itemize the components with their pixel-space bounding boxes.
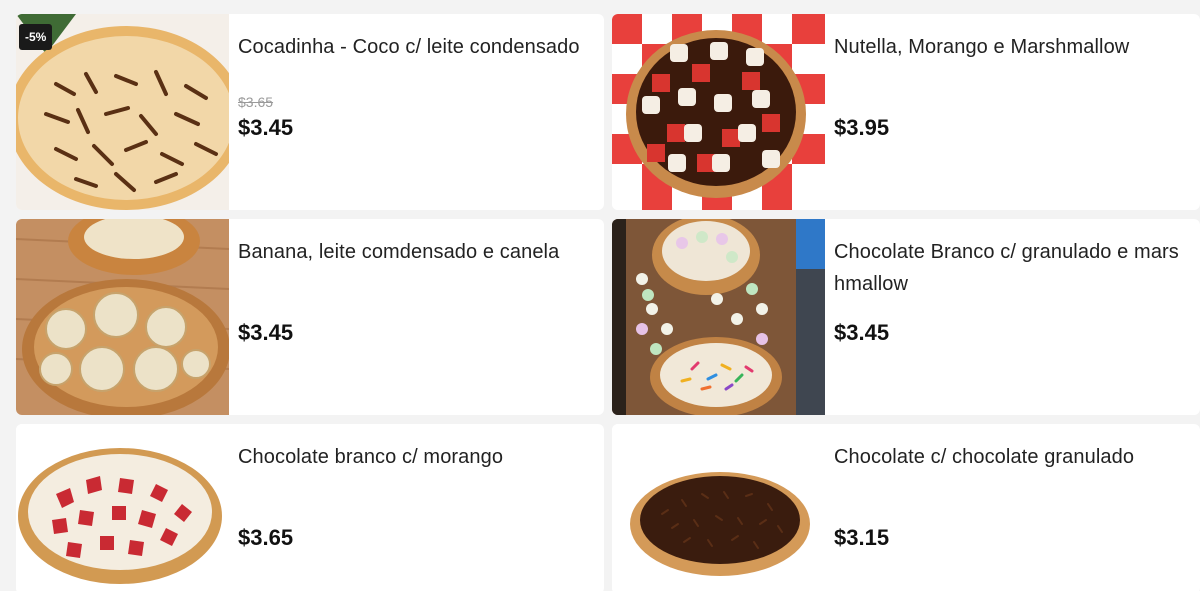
product-name: Banana, leite comdensado e canela: [238, 241, 560, 263]
product-name: Nutella, Morango e Marshmallow: [834, 36, 1130, 58]
product-card[interactable]: Chocolate Branco c/ granulado e marshmal…: [612, 219, 1200, 415]
product-price: $3.45: [238, 320, 294, 345]
product-name: Chocolate branco c/ morango: [238, 446, 504, 468]
product-info: Chocolate Branco c/ granulado e marshmal…: [825, 219, 1200, 415]
product-card[interactable]: Nutella, Morango e Marshmallow $3.95: [612, 14, 1200, 210]
product-name: Chocolate c/ chocolate granulado: [834, 446, 1135, 468]
product-price: $3.65: [238, 525, 294, 550]
product-info: Nutella, Morango e Marshmallow $3.95: [825, 14, 1200, 210]
product-info: Cocadinha - Coco c/ leite condensado $3.…: [229, 14, 604, 210]
product-price: $3.15: [834, 525, 890, 550]
banana-cinnamon-pizza-image: [16, 219, 229, 415]
product-price: $3.45: [834, 320, 890, 345]
product-name: Chocolate Branco c/ granulado e marshmal…: [834, 241, 1179, 295]
product-price: $3.45: [238, 115, 294, 140]
discount-badge: -5%: [19, 24, 53, 50]
product-info: Chocolate branco c/ morango $3.65: [229, 424, 604, 591]
product-grid: -5% Cocadinha - Coco c/ leite condensado…: [16, 14, 1200, 591]
product-card[interactable]: Chocolate branco c/ morango $3.65: [16, 424, 604, 591]
product-old-price: $3.65: [238, 94, 274, 110]
product-info: Banana, leite comdensado e canela $3.45: [229, 219, 604, 415]
product-price: $3.95: [834, 115, 890, 140]
product-name: Cocadinha - Coco c/ leite condensado: [238, 36, 580, 58]
white-chocolate-strawberry-pizza-image: [16, 424, 229, 591]
product-card[interactable]: -5% Cocadinha - Coco c/ leite condensado…: [16, 14, 604, 210]
product-card[interactable]: Chocolate c/ chocolate granulado $3.15: [612, 424, 1200, 591]
product-card[interactable]: Banana, leite comdensado e canela $3.45: [16, 219, 604, 415]
nutella-strawberry-marshmallow-pizza-image: [612, 14, 825, 210]
coconut-pizza-image: -5%: [16, 14, 229, 210]
white-chocolate-sprinkles-pizza-image: [612, 219, 825, 415]
product-info: Chocolate c/ chocolate granulado $3.15: [825, 424, 1200, 591]
chocolate-sprinkles-pizza-image: [612, 424, 825, 591]
